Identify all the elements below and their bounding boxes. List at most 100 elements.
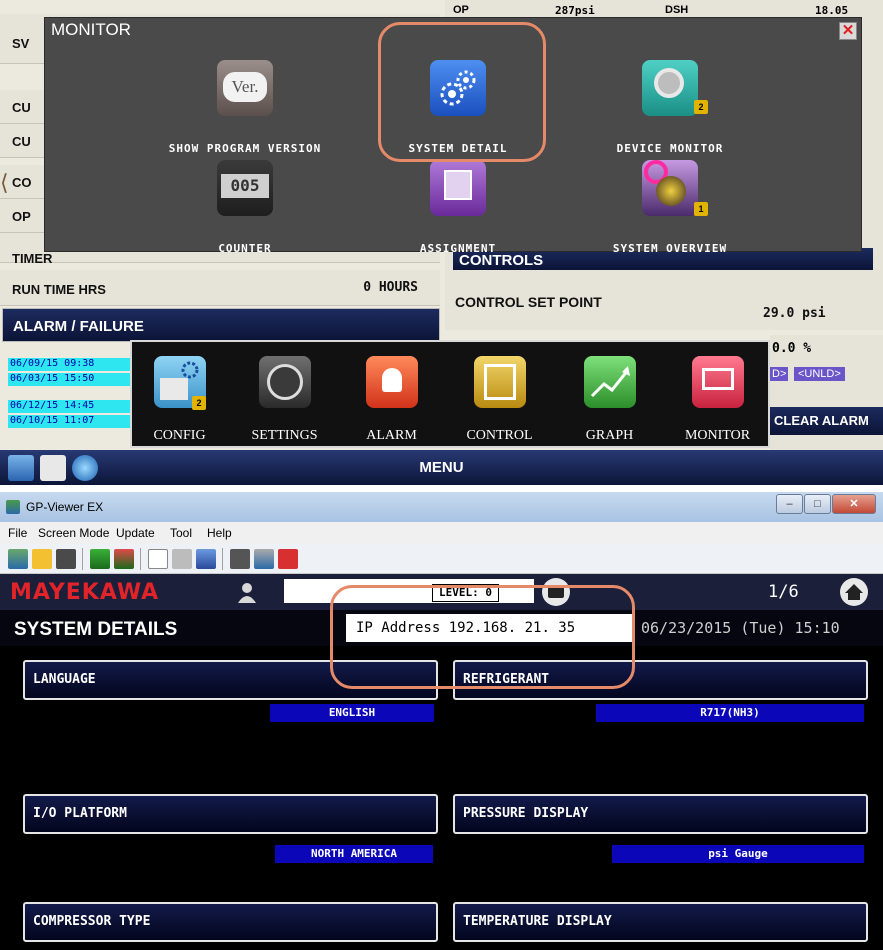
counter-icon: 005 (217, 160, 273, 216)
bg-row-label: CU (12, 100, 31, 115)
maximize-button[interactable]: □ (804, 494, 831, 514)
version-badge: Ver. (223, 72, 267, 102)
transfer-icon[interactable] (172, 549, 192, 569)
show-program-version-button[interactable]: Ver. SHOW PROGRAM VERSION (145, 60, 345, 155)
alarm-time[interactable]: 06/10/15 11:07 (8, 415, 130, 428)
bg-row-label: SV (12, 36, 30, 51)
hmi-panel-top: SV CU CU CO OP TIMER RUN TIME HRS 0 HOUR… (0, 0, 883, 485)
system-overview-label: SYSTEM OVERVIEW (612, 242, 728, 255)
minimize-button[interactable]: – (776, 494, 803, 514)
assignment-label: ASSIGNMENT (419, 242, 497, 255)
alarm-time[interactable]: 06/09/15 09:38 (8, 358, 130, 371)
alarm-time[interactable]: 06/12/15 14:45 (8, 400, 130, 413)
unld-button[interactable]: <UNLD> (794, 367, 845, 381)
run-time-row: RUN TIME HRS 0 HOURS (0, 270, 440, 306)
refrigerant-value[interactable]: R717(NH3) (596, 704, 864, 722)
menu-screen-mode[interactable]: Screen Mode (38, 526, 109, 540)
device-monitor-button[interactable]: 2 DEVICE MONITOR (570, 60, 770, 155)
language-value[interactable]: ENGLISH (270, 704, 434, 722)
settings-icon (259, 356, 311, 408)
monitor-icon (692, 356, 744, 408)
refresh-icon[interactable] (148, 549, 168, 569)
language-label: LANGUAGE (33, 672, 96, 687)
home-icon[interactable] (840, 578, 868, 606)
connect-icon[interactable] (8, 549, 28, 569)
home-glyph (845, 584, 863, 600)
assignment-icon (430, 160, 486, 216)
user-icon[interactable] (236, 581, 258, 603)
menu-help[interactable]: Help (207, 526, 232, 540)
open-folder-icon[interactable] (32, 549, 52, 569)
page-indicator: 1/6 (768, 582, 799, 602)
language-header[interactable]: LANGUAGE (23, 660, 438, 700)
lock-icon: 2 (192, 396, 206, 410)
op-value: 287psi (555, 4, 595, 17)
camera-icon[interactable] (230, 549, 250, 569)
alarm-failure-label: ALARM / FAILURE (13, 318, 144, 335)
tools-icon[interactable] (196, 549, 216, 569)
window-close-button[interactable]: ✕ (832, 494, 876, 514)
dsh-value: 18.05 (815, 4, 849, 17)
settings-tool-icon[interactable] (254, 549, 274, 569)
left-arrow-icon[interactable]: ⟨ (0, 170, 9, 196)
io-platform-label: I/O PLATFORM (33, 806, 127, 821)
counter-button[interactable]: 005 COUNTER (145, 160, 345, 255)
mayekawa-logo: MAYEKAWA (10, 580, 160, 605)
clear-alarm-button[interactable]: CLEAR ALARM (770, 407, 883, 435)
pressure-display-header[interactable]: PRESSURE DISPLAY (453, 794, 868, 834)
menu-config-button[interactable]: 2 CONFIG (132, 342, 227, 450)
network-red-icon[interactable] (114, 549, 134, 569)
alarm-time[interactable]: 06/03/15 15:50 (8, 373, 130, 386)
system-overview-icon (642, 160, 698, 216)
ip-label: IP Address (356, 620, 441, 636)
menu-graph-button[interactable]: GRAPH (562, 342, 657, 450)
show-program-version-label: SHOW PROGRAM VERSION (168, 142, 322, 155)
menu-alarm-button[interactable]: ALARM (344, 342, 439, 450)
menu-settings-label: SETTINGS (251, 428, 318, 443)
menu-control-label: CONTROL (466, 428, 533, 443)
ip-value: 192.168. 21. 35 (448, 620, 576, 636)
window-titlebar[interactable]: GP-Viewer EX – □ ✕ (0, 492, 883, 522)
menu-control-button[interactable]: CONTROL (452, 342, 547, 450)
compressor-type-header[interactable]: COMPRESSOR TYPE (23, 902, 438, 942)
run-time-label: RUN TIME HRS (12, 282, 106, 297)
control-set-point-label: CONTROL SET POINT (455, 294, 602, 310)
toolbar-separator (140, 548, 141, 570)
camera-icon[interactable] (542, 578, 570, 606)
document-glyph (444, 170, 472, 200)
monitor-dialog-title: MONITOR (51, 20, 131, 39)
magnifier-glyph (654, 68, 684, 98)
menu-update[interactable]: Update (116, 526, 155, 540)
system-overview-button[interactable]: 1 SYSTEM OVERVIEW (570, 160, 770, 255)
close-icon[interactable]: ✕ (839, 22, 857, 40)
monitor-dialog: MONITOR ✕ Ver. SHOW PROGRAM VERSION SYST… (44, 17, 862, 255)
menu-tool[interactable]: Tool (170, 526, 192, 540)
menu-settings-button[interactable]: SETTINGS (237, 342, 332, 450)
alarm-failure-header: ALARM / FAILURE (2, 308, 440, 342)
unld-left[interactable]: D> (770, 367, 789, 381)
assignment-button[interactable]: ASSIGNMENT (358, 160, 558, 255)
network-green-icon[interactable] (90, 549, 110, 569)
menu-graph-label: GRAPH (585, 428, 634, 443)
io-platform-header[interactable]: I/O PLATFORM (23, 794, 438, 834)
control-icon (474, 356, 526, 408)
gears-icon (430, 60, 486, 116)
device-monitor-label: DEVICE MONITOR (616, 142, 724, 155)
refrigerant-header[interactable]: REFRIGERANT (453, 660, 868, 700)
date-time: 06/23/2015 (Tue) 15:10 (634, 612, 883, 644)
bg-row-label: OP (12, 209, 31, 224)
menu-file[interactable]: File (8, 526, 27, 540)
menu-bar[interactable]: MENU (0, 450, 883, 485)
menu-monitor-button[interactable]: MONITOR (670, 342, 765, 450)
bg-row-label: TIMER (12, 251, 53, 266)
app-icon (6, 500, 20, 514)
io-platform-value[interactable]: NORTH AMERICA (275, 845, 433, 863)
save-icon[interactable] (56, 549, 76, 569)
pressure-display-value[interactable]: psi Gauge (612, 845, 864, 863)
id-icon[interactable] (278, 549, 298, 569)
title-row: SYSTEM DETAILS IP Address 192.168. 21. 3… (0, 610, 883, 646)
system-detail-button[interactable]: SYSTEM DETAIL (358, 60, 558, 155)
temperature-display-header[interactable]: TEMPERATURE DISPLAY (453, 902, 868, 942)
panel-glyph (484, 364, 516, 400)
page-title: SYSTEM DETAILS (14, 619, 178, 640)
